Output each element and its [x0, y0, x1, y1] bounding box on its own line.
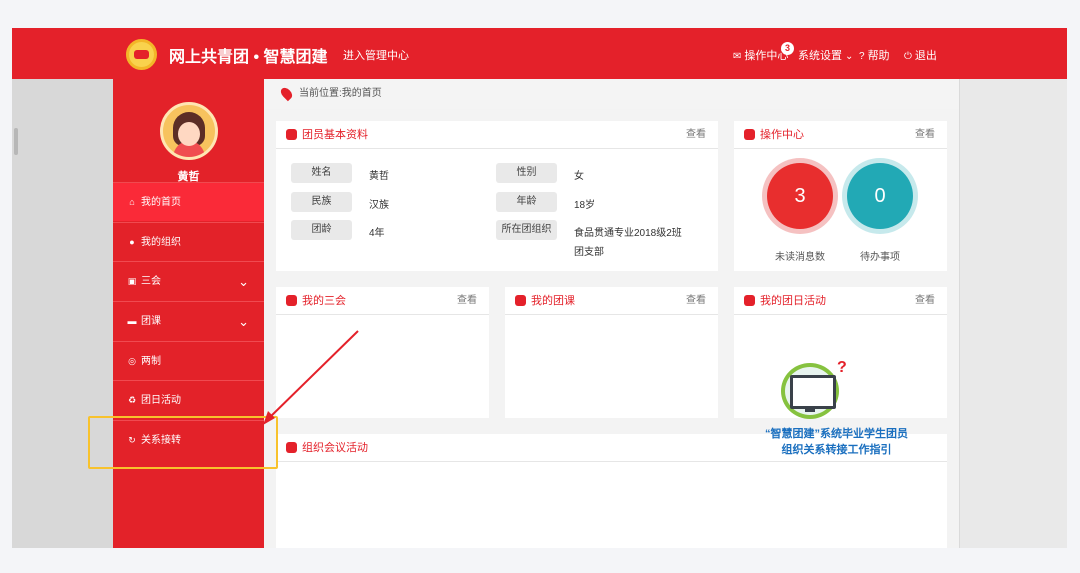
unread-message-label: 未读消息数: [775, 252, 825, 263]
sidebar-item-label: 我的首页: [141, 197, 181, 208]
todo-count[interactable]: 0: [847, 163, 913, 229]
id-card-icon: [286, 128, 297, 140]
view-more-link[interactable]: 查看: [915, 287, 935, 315]
sidebar-item-label: 三会: [141, 276, 161, 287]
breadcrumb: 当前位置:我的首页: [264, 79, 959, 109]
folder-icon: ▬: [127, 316, 137, 326]
card-header: 团员基本资料 查看: [276, 121, 718, 149]
sidebar-item-label: 团日活动: [141, 395, 181, 406]
top-navigation-bar: 网上共青团 • 智慧团建 进入管理中心 ✉ 操作中心 3 系统设置 ⌄ ? 帮助 ⏻ 退…: [12, 28, 1067, 79]
left-sidebar: 黄哲 ⌂ 我的首页 ● 我的组织 ▣ 三会 ⌄ ▬ 团课 ⌄ ◎ 两制 ♻ 团日活动 ↻ 关系接转: [113, 79, 264, 548]
main-content: 当前位置:我的首页 团员基本资料 查看 姓名 黄哲 性别 女 民族 汉族 年龄 1…: [264, 79, 959, 548]
help-link[interactable]: ? 帮助: [859, 47, 890, 63]
power-icon: ⏻: [904, 51, 912, 62]
logout-link[interactable]: ⏻ 退出: [904, 47, 937, 63]
recycle-icon: ♻: [127, 395, 137, 405]
scrollbar-thumb[interactable]: [14, 128, 18, 155]
view-more-link[interactable]: 查看: [686, 121, 706, 149]
promo-text: “智慧团建”系统毕业学生团员 组织关系转接工作指引: [729, 426, 944, 458]
view-more-link[interactable]: 查看: [457, 287, 477, 315]
card-title: 我的团日活动: [760, 295, 826, 307]
field-label: 所在团组织: [496, 220, 557, 240]
group-icon: ●: [129, 237, 135, 247]
card-title: 操作中心: [760, 129, 804, 141]
highlight-box: [88, 416, 278, 469]
transfer-guide-promo[interactable]: ? “智慧团建”系统毕业学生团员 组织关系转接工作指引: [729, 329, 944, 469]
field-value: 团支部: [574, 247, 604, 258]
field-value: 女: [574, 171, 584, 182]
admin-center-link[interactable]: 进入管理中心: [343, 47, 409, 63]
field-value: 18岁: [574, 200, 596, 211]
unread-message-count[interactable]: 3: [767, 163, 833, 229]
card-title: 组织会议活动: [302, 442, 368, 454]
card-title: 我的团课: [531, 295, 575, 307]
sidebar-item-label: 团课: [141, 316, 161, 327]
sidebar-item-my-organization[interactable]: ● 我的组织: [113, 222, 264, 261]
card-header: 我的三会 查看: [276, 287, 489, 315]
view-more-link[interactable]: 查看: [915, 121, 935, 149]
sidebar-item-label: 两制: [141, 356, 161, 367]
left-background-gap: [12, 79, 113, 548]
mail-icon: ✉: [733, 51, 742, 62]
card-header: 我的团课 查看: [505, 287, 718, 315]
card-header: 操作中心 查看: [734, 121, 947, 149]
location-pin-icon: [278, 85, 295, 102]
card-title: 团员基本资料: [302, 129, 368, 141]
sidebar-item-three-meetings[interactable]: ▣ 三会 ⌄: [113, 261, 264, 300]
sidebar-item-two-systems[interactable]: ◎ 两制: [113, 341, 264, 380]
logout-label: 退出: [914, 50, 937, 62]
right-background-gap: [959, 79, 1067, 548]
notification-badge: 3: [781, 42, 794, 55]
meeting-icon: [286, 441, 297, 453]
sidebar-item-league-day[interactable]: ♻ 团日活动: [113, 380, 264, 419]
todo-label: 待办事项: [860, 252, 900, 263]
computer-monitor-icon: [781, 363, 839, 419]
field-label: 团龄: [291, 220, 352, 240]
view-more-link[interactable]: 查看: [686, 287, 706, 315]
system-settings-label: 系统设置: [798, 50, 842, 62]
screenshot-stage: 网上共青团 • 智慧团建 进入管理中心 ✉ 操作中心 3 系统设置 ⌄ ? 帮助 ⏻ 退…: [0, 0, 1080, 573]
field-label: 姓名: [291, 163, 352, 183]
home-icon: ⌂: [129, 197, 135, 207]
site-title: 网上共青团 • 智慧团建: [169, 49, 328, 66]
field-value: 黄哲: [369, 171, 389, 182]
field-value: 4年: [369, 228, 385, 239]
field-label: 民族: [291, 192, 352, 212]
league-course-card: 我的团课 查看: [505, 287, 718, 418]
browser-frame: 网上共青团 • 智慧团建 进入管理中心 ✉ 操作中心 3 系统设置 ⌄ ? 帮助 ⏻ 退…: [12, 28, 1067, 548]
field-label: 性别: [496, 163, 557, 183]
member-profile-card: 团员基本资料 查看 姓名 黄哲 性别 女 民族 汉族 年龄 18岁 团龄 4年 所…: [276, 121, 718, 271]
flag-icon: [515, 294, 526, 306]
calendar-icon: [286, 294, 297, 306]
system-settings-menu[interactable]: 系统设置 ⌄: [798, 47, 856, 63]
card-header: 我的团日活动 查看: [734, 287, 947, 315]
sidebar-item-label: 我的组织: [141, 237, 181, 248]
question-mark-icon: ?: [837, 359, 847, 376]
sidebar-item-league-course[interactable]: ▬ 团课 ⌄: [113, 301, 264, 340]
edit-icon: ▣: [127, 276, 137, 286]
operation-center-card: 操作中心 查看 3 0 未读消息数 待办事项: [734, 121, 947, 271]
gear-icon: [744, 128, 755, 140]
field-value: 食品贯通专业2018级2班: [574, 228, 682, 239]
sidebar-item-home[interactable]: ⌂ 我的首页: [113, 182, 264, 221]
chevron-down-icon: ⌄: [845, 51, 854, 62]
field-label: 年龄: [496, 192, 557, 212]
chevron-down-icon: ⌄: [238, 314, 249, 329]
youth-league-logo-icon: [126, 39, 157, 70]
promo-line-2: 组织关系转接工作指引: [781, 444, 892, 456]
three-meetings-card: 我的三会 查看: [276, 287, 489, 418]
card-title: 我的三会: [302, 295, 346, 307]
help-label: 帮助: [867, 50, 890, 62]
field-value: 汉族: [369, 200, 389, 211]
help-icon: ?: [859, 51, 865, 62]
promo-line-1: “智慧团建”系统毕业学生团员: [765, 428, 908, 440]
chat-icon: [744, 294, 755, 306]
chevron-down-icon: ⌄: [238, 274, 249, 289]
user-avatar: [160, 102, 218, 160]
target-icon: ◎: [128, 356, 136, 366]
breadcrumb-text: 当前位置:我的首页: [299, 88, 382, 99]
